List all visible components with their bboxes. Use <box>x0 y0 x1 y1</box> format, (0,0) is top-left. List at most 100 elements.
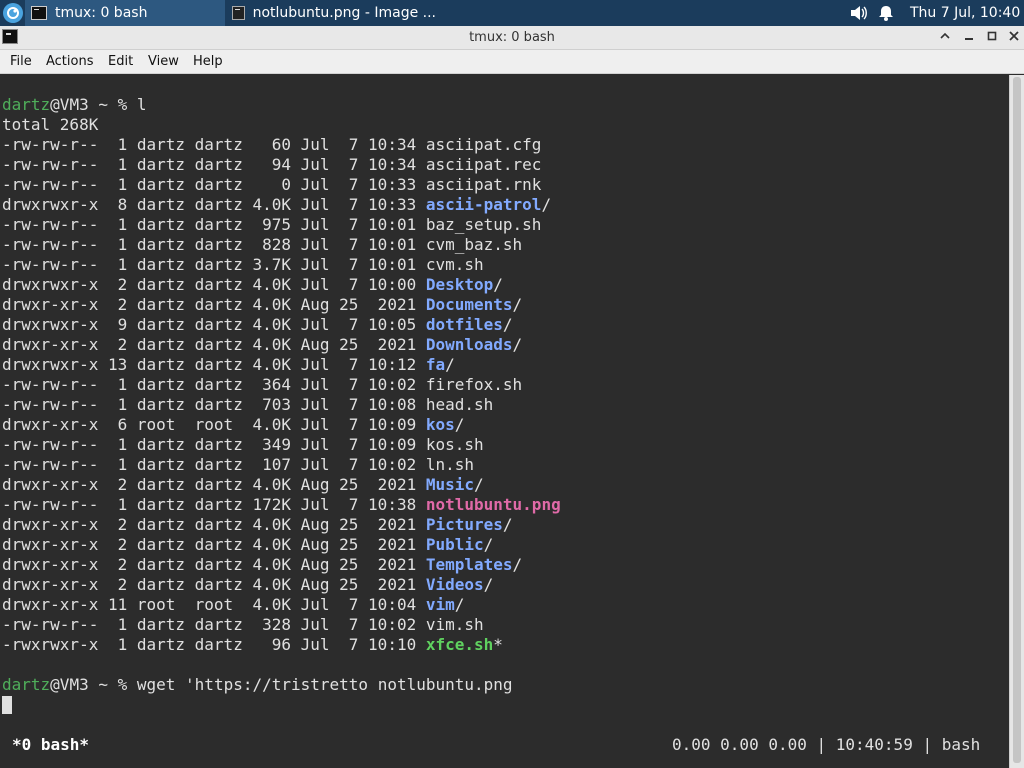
listing-row: -rw-rw-r-- 1 dartz dartz 703 Jul 7 10:08… <box>2 395 561 415</box>
file-meta: -rw-rw-r-- 1 dartz dartz 172K Jul 7 10:3… <box>2 495 426 514</box>
file-meta: -rw-rw-r-- 1 dartz dartz 328 Jul 7 10:02 <box>2 615 426 634</box>
prompt-line: dartz@VM3 ~ % wget 'https://tristretto n… <box>2 675 561 695</box>
file-name: Documents <box>425 295 513 314</box>
lubuntu-logo-icon[interactable] <box>3 3 23 23</box>
listing-row: -rw-rw-r-- 1 dartz dartz 975 Jul 7 10:01… <box>2 215 561 235</box>
command-text: wget 'https://tristretto notlubuntu.png <box>136 675 513 694</box>
listing-row: drwxrwxr-x 9 dartz dartz 4.0K Jul 7 10:0… <box>2 315 561 335</box>
prompt-host: @VM3 ~ % <box>50 95 137 114</box>
prompt-user: dartz <box>2 95 51 114</box>
listing-row: drwxr-xr-x 11 root root 4.0K Jul 7 10:04… <box>2 595 561 615</box>
file-meta: -rw-rw-r-- 1 dartz dartz 703 Jul 7 10:08 <box>2 395 426 414</box>
listing-row: -rw-rw-r-- 1 dartz dartz 828 Jul 7 10:01… <box>2 235 561 255</box>
shade-icon[interactable] <box>937 30 953 46</box>
file-suffix: / <box>541 195 552 214</box>
top-panel: tmux: 0 bash notlubuntu.png - Image ... … <box>0 0 1024 26</box>
file-suffix: / <box>512 295 523 314</box>
prompt-user: dartz <box>2 675 51 694</box>
taskbar-item-tmux[interactable]: tmux: 0 bash <box>25 0 225 26</box>
image-viewer-icon <box>232 6 245 20</box>
taskbar-item-image-viewer[interactable]: notlubuntu.png - Image ... <box>226 0 436 26</box>
file-meta: -rw-rw-r-- 1 dartz dartz 364 Jul 7 10:02 <box>2 375 426 394</box>
menu-help[interactable]: Help <box>193 50 223 73</box>
menu-file[interactable]: File <box>10 50 32 73</box>
bell-icon[interactable] <box>878 0 894 26</box>
file-meta: -rw-rw-r-- 1 dartz dartz 349 Jul 7 10:09 <box>2 435 426 454</box>
file-name: head.sh <box>425 395 494 414</box>
clock[interactable]: Thu 7 Jul, 10:40 <box>910 0 1020 26</box>
file-meta: -rw-rw-r-- 1 dartz dartz 107 Jul 7 10:02 <box>2 455 426 474</box>
menubar: File Actions Edit View Help <box>0 50 1024 74</box>
menu-actions[interactable]: Actions <box>46 50 94 73</box>
file-suffix: / <box>454 595 465 614</box>
menu-edit[interactable]: Edit <box>108 50 133 73</box>
file-name: cvm_baz.sh <box>425 235 523 254</box>
listing-row: drwxr-xr-x 2 dartz dartz 4.0K Aug 25 202… <box>2 475 561 495</box>
file-meta: drwxrwxr-x 2 dartz dartz 4.0K Jul 7 10:0… <box>2 275 426 294</box>
file-name: Templates <box>425 555 513 574</box>
file-name: asciipat.cfg <box>425 135 542 154</box>
listing-row: -rw-rw-r-- 1 dartz dartz 349 Jul 7 10:09… <box>2 435 561 455</box>
file-name: asciipat.rec <box>425 155 542 174</box>
terminal-icon <box>31 6 47 20</box>
tmux-window-list[interactable]: *0 bash* <box>12 735 89 755</box>
file-suffix: / <box>445 355 455 374</box>
taskbar-item-label: tmux: 0 bash <box>55 5 148 21</box>
file-name: vim.sh <box>425 615 484 634</box>
file-suffix: / <box>512 555 523 574</box>
file-meta: -rw-rw-r-- 1 dartz dartz 60 Jul 7 10:34 <box>2 135 426 154</box>
scrollbar[interactable] <box>1009 75 1024 768</box>
listing-row: -rw-rw-r-- 1 dartz dartz 328 Jul 7 10:02… <box>2 615 561 635</box>
listing-row: drwxrwxr-x 13 dartz dartz 4.0K Jul 7 10:… <box>2 355 561 375</box>
file-meta: drwxr-xr-x 2 dartz dartz 4.0K Aug 25 202… <box>2 515 426 534</box>
file-name: baz_setup.sh <box>425 215 542 234</box>
file-meta: -rw-rw-r-- 1 dartz dartz 828 Jul 7 10:01 <box>2 235 426 254</box>
file-meta: drwxr-xr-x 2 dartz dartz 4.0K Aug 25 202… <box>2 535 426 554</box>
maximize-icon[interactable] <box>984 30 1000 46</box>
listing-row: -rw-rw-r-- 1 dartz dartz 60 Jul 7 10:34 … <box>2 135 561 155</box>
menu-view[interactable]: View <box>148 50 179 73</box>
file-name: Downloads <box>425 335 513 354</box>
file-meta: drwxrwxr-x 9 dartz dartz 4.0K Jul 7 10:0… <box>2 315 426 334</box>
file-name: Videos <box>425 575 484 594</box>
file-meta: drwxr-xr-x 2 dartz dartz 4.0K Aug 25 202… <box>2 575 426 594</box>
listing-row: drwxrwxr-x 2 dartz dartz 4.0K Jul 7 10:0… <box>2 275 561 295</box>
total-line: total 268K <box>2 115 99 134</box>
file-name: Music <box>425 475 475 494</box>
minimize-icon[interactable] <box>961 30 977 46</box>
listing-row: -rw-rw-r-- 1 dartz dartz 364 Jul 7 10:02… <box>2 375 561 395</box>
file-meta: -rw-rw-r-- 1 dartz dartz 975 Jul 7 10:01 <box>2 215 426 234</box>
file-suffix: / <box>474 475 484 494</box>
file-suffix: / <box>493 275 503 294</box>
listing-row: drwxr-xr-x 2 dartz dartz 4.0K Aug 25 202… <box>2 335 561 355</box>
file-suffix: * <box>493 635 503 654</box>
file-name: vim <box>425 595 455 614</box>
command-text: l <box>136 95 147 114</box>
file-suffix: / <box>512 335 523 354</box>
tmux-status-right: 0.00 0.00 0.00 | 10:40:59 | bash <box>672 735 981 754</box>
file-meta: drwxrwxr-x 8 dartz dartz 4.0K Jul 7 10:3… <box>2 195 426 214</box>
file-suffix: / <box>502 315 513 334</box>
listing-row: drwxr-xr-x 2 dartz dartz 4.0K Aug 25 202… <box>2 295 561 315</box>
scrollbar-thumb[interactable] <box>1013 77 1021 763</box>
listing-row: drwxr-xr-x 2 dartz dartz 4.0K Aug 25 202… <box>2 515 561 535</box>
close-icon[interactable] <box>1006 30 1022 46</box>
listing-row: -rw-rw-r-- 1 dartz dartz 107 Jul 7 10:02… <box>2 455 561 475</box>
file-name: cvm.sh <box>425 255 484 274</box>
file-meta: drwxr-xr-x 2 dartz dartz 4.0K Aug 25 202… <box>2 555 426 574</box>
file-meta: -rw-rw-r-- 1 dartz dartz 0 Jul 7 10:33 <box>2 175 426 194</box>
listing-row: drwxr-xr-x 2 dartz dartz 4.0K Aug 25 202… <box>2 555 561 575</box>
volume-icon[interactable] <box>850 0 868 26</box>
file-name: dotfiles <box>425 315 503 334</box>
file-name: Public <box>425 535 484 554</box>
file-name: ascii-patrol <box>425 195 542 214</box>
listing-row: -rw-rw-r-- 1 dartz dartz 0 Jul 7 10:33 a… <box>2 175 561 195</box>
listing-row: drwxrwxr-x 8 dartz dartz 4.0K Jul 7 10:3… <box>2 195 561 215</box>
file-suffix: / <box>483 575 494 594</box>
terminal-view[interactable]: dartz@VM3 ~ % l total 268K -rw-rw-r-- 1 … <box>0 75 1009 768</box>
window-titlebar[interactable]: tmux: 0 bash <box>0 26 1024 50</box>
file-meta: drwxr-xr-x 2 dartz dartz 4.0K Aug 25 202… <box>2 335 426 354</box>
file-meta: drwxr-xr-x 11 root root 4.0K Jul 7 10:04 <box>2 595 426 614</box>
file-meta: drwxrwxr-x 13 dartz dartz 4.0K Jul 7 10:… <box>2 355 426 374</box>
